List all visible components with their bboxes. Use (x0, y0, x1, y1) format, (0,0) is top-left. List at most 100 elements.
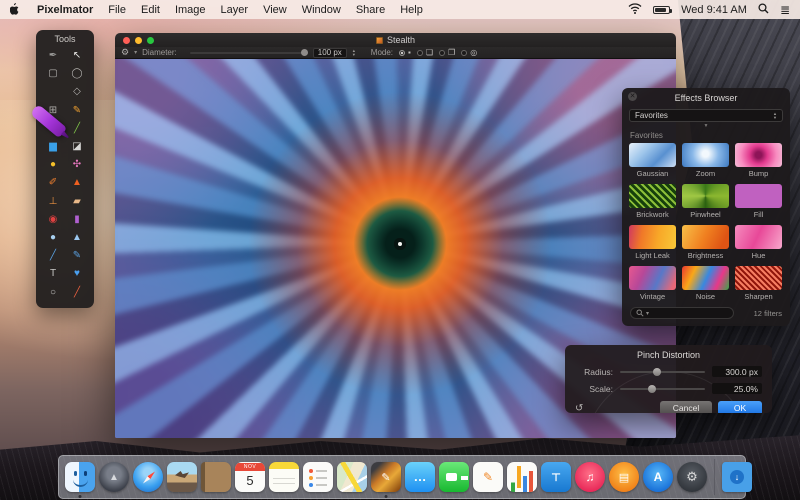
effect-thumbnail[interactable] (629, 143, 676, 167)
effect-zoom[interactable]: Zoom (682, 143, 729, 178)
itunes-icon[interactable]: ♫ (575, 462, 605, 492)
dock-item-numbers[interactable] (506, 461, 538, 493)
menu-window[interactable]: Window (302, 4, 341, 16)
dock-item-calendar[interactable]: NOV 5 (234, 461, 266, 493)
effect-thumbnail[interactable] (629, 184, 676, 208)
mode-option-add[interactable]: ❏ (416, 48, 433, 57)
tool-thin-brush[interactable]: ╱ (69, 122, 85, 136)
tool-lasso[interactable]: ◇ (69, 85, 85, 99)
effect-gaussian[interactable]: Gaussian (629, 143, 676, 178)
pixelmator-icon[interactable]: ✎ (371, 462, 401, 492)
effect-fill[interactable]: Fill (735, 184, 782, 219)
effect-sharpen[interactable]: Sharpen (735, 266, 782, 301)
notes-icon[interactable] (269, 462, 299, 492)
effect-thumbnail[interactable] (682, 225, 729, 249)
reminders-icon[interactable] (303, 462, 333, 492)
launchpad-icon[interactable]: ▲ (99, 462, 129, 492)
radius-slider-thumb[interactable] (653, 367, 662, 376)
mode-option-subtract[interactable]: ❐ (439, 48, 455, 57)
effect-hue[interactable]: Hue (735, 225, 782, 260)
trash-icon[interactable] (759, 462, 783, 492)
app-store-icon[interactable]: A (643, 462, 673, 492)
dock-item-sysprefs[interactable]: ⚙ (676, 461, 708, 493)
finder-icon[interactable] (65, 462, 95, 492)
effects-search-field[interactable]: ▾ (630, 307, 734, 319)
radio[interactable] (461, 49, 468, 56)
diameter-stepper[interactable]: ▲ ▼ (352, 49, 356, 56)
dock-item-messages[interactable]: … (404, 461, 436, 493)
menu-help[interactable]: Help (400, 4, 423, 16)
ibooks-icon[interactable]: ▤ (609, 462, 639, 492)
tool-type[interactable]: T (45, 267, 61, 281)
tool-shape[interactable]: ♥ (69, 267, 85, 281)
effect-light-leak[interactable]: Light Leak (629, 225, 676, 260)
pinch-center-handle[interactable] (397, 241, 402, 246)
diameter-value-field[interactable]: 100 px (312, 47, 347, 58)
effect-thumbnail[interactable] (735, 225, 782, 249)
menu-app-name[interactable]: Pixelmator (37, 4, 93, 16)
reset-icon[interactable]: ↺ (575, 403, 583, 414)
dock-item-contacts[interactable] (200, 461, 232, 493)
messages-icon[interactable]: … (405, 462, 435, 492)
effect-brightness[interactable]: Brightness (682, 225, 729, 260)
effect-vintage[interactable]: Vintage (629, 266, 676, 301)
menu-share[interactable]: Share (356, 4, 385, 16)
tool-blue-pencil[interactable]: ✎ (69, 249, 85, 263)
tool-ellipse-select[interactable]: ◯ (69, 67, 85, 81)
pages-icon[interactable]: ✎ (473, 462, 503, 492)
tool-rect-select[interactable]: ▢ (45, 67, 61, 81)
mode-option-normal[interactable]: ▪ (399, 48, 411, 57)
radius-slider[interactable] (620, 367, 705, 376)
menu-clock[interactable]: Wed 9:41 AM (681, 4, 747, 16)
effect-brickwork[interactable]: Brickwork (629, 184, 676, 219)
facetime-icon[interactable] (439, 462, 469, 492)
tool-clone-stamp[interactable]: ⊥ (45, 195, 61, 209)
mode-option-intersect[interactable]: ◎ (461, 48, 477, 57)
tool-pencil[interactable]: ✎ (69, 104, 85, 118)
tool-zoom[interactable]: ○ (45, 286, 61, 300)
cancel-button[interactable]: Cancel (660, 401, 712, 413)
menu-file[interactable]: File (108, 4, 126, 16)
tool-blur[interactable]: ● (45, 231, 61, 245)
dock-item-keynote[interactable]: ⊤ (540, 461, 572, 493)
dock-item-pages[interactable]: ✎ (472, 461, 504, 493)
radio[interactable] (439, 49, 446, 56)
spotlight-icon[interactable] (758, 2, 769, 17)
safari-icon[interactable] (133, 462, 163, 492)
downloads-folder-icon[interactable] (722, 462, 752, 492)
tool-pen[interactable]: ✒ (45, 49, 61, 63)
effect-thumbnail[interactable] (629, 225, 676, 249)
menu-view[interactable]: View (263, 4, 287, 16)
notification-center-icon[interactable]: ≣ (780, 4, 790, 16)
gear-icon[interactable]: ⚙ (121, 47, 129, 58)
tool-sharpen[interactable]: ▲ (69, 231, 85, 245)
close-button[interactable] (123, 36, 130, 44)
tool-slice[interactable]: ╱ (69, 286, 85, 300)
maps-icon[interactable] (337, 462, 367, 492)
radius-value-field[interactable]: 300.0 px (712, 366, 762, 377)
ok-button[interactable]: OK (718, 401, 762, 413)
effect-thumbnail[interactable] (735, 184, 782, 208)
tool-paint[interactable] (45, 85, 61, 99)
dock-item-photos[interactable] (166, 461, 198, 493)
effect-thumbnail[interactable] (682, 266, 729, 290)
radio-selected[interactable] (399, 49, 406, 56)
dock-item-notes[interactable] (268, 461, 300, 493)
menu-layer[interactable]: Layer (221, 4, 249, 16)
tool-red-eye[interactable]: ◉ (45, 213, 61, 227)
diameter-slider-thumb[interactable] (300, 49, 308, 56)
window-titlebar[interactable]: Stealth (115, 33, 676, 47)
keynote-icon[interactable]: ⊤ (541, 462, 571, 492)
close-icon[interactable]: ✕ (628, 92, 637, 101)
dock-item-maps[interactable] (336, 461, 368, 493)
effect-thumbnail[interactable] (629, 266, 676, 290)
dock-item-launchpad[interactable]: ▲ (98, 461, 130, 493)
contacts-icon[interactable] (201, 462, 231, 492)
tool-paintbrush[interactable]: ✐ (45, 176, 61, 190)
tool-roller[interactable]: ◪ (69, 140, 85, 154)
scale-slider[interactable] (620, 384, 705, 393)
battery-icon[interactable] (653, 5, 673, 14)
gear-dropdown-caret-icon[interactable]: ▾ (134, 49, 137, 56)
minimize-button[interactable] (135, 36, 142, 44)
tool-move[interactable]: ↖ (69, 49, 85, 63)
